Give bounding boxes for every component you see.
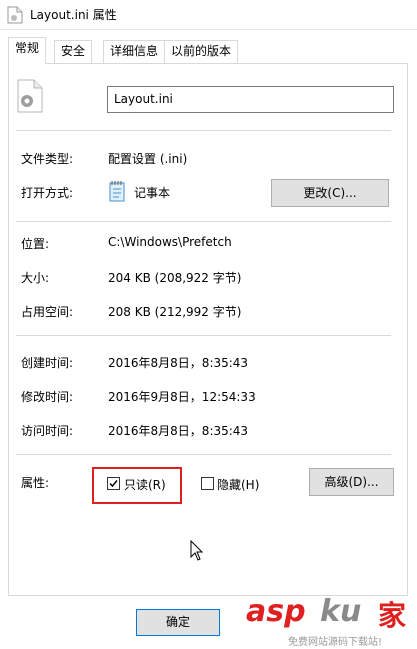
location-label: 位置: [21, 237, 50, 251]
tab-general[interactable]: 常规 [8, 37, 47, 64]
title-bar: Layout.ini 属性 [0, 0, 417, 30]
change-button[interactable]: 更改(C)... [271, 179, 389, 207]
created-value: 2016年8月8日，8:35:43 [108, 356, 249, 370]
separator [16, 130, 391, 131]
tab-details[interactable]: 详细信息 [103, 40, 166, 63]
watermark-logo: asp ku 家 免费网站源码下载站! [228, 592, 417, 649]
created-label: 创建时间: [21, 356, 74, 370]
ini-file-icon [17, 79, 43, 113]
watermark-text-2: ku [320, 594, 362, 629]
location-value: C:\Windows\Prefetch [108, 235, 232, 249]
file-name-input[interactable]: Layout.ini [107, 86, 394, 113]
modified-label: 修改时间: [21, 390, 74, 404]
separator [16, 335, 391, 336]
size-value: 204 KB (208,922 字节) [108, 271, 242, 285]
hidden-checkbox[interactable] [201, 477, 214, 490]
modified-value: 2016年9月8日，12:54:33 [108, 390, 256, 404]
watermark-text-3: 家 [378, 599, 407, 632]
ok-button[interactable]: 确定 [136, 609, 220, 636]
tab-previous-versions[interactable]: 以前的版本 [164, 40, 239, 63]
notepad-icon [109, 181, 125, 202]
window-title: Layout.ini 属性 [30, 8, 117, 22]
watermark-text: asp [246, 594, 306, 629]
attributes-label: 属性: [21, 476, 50, 490]
mouse-cursor-icon [190, 540, 204, 561]
highlight-box [92, 467, 182, 504]
general-panel [8, 63, 408, 596]
size-label: 大小: [21, 271, 50, 285]
watermark-subtext: 免费网站源码下载站! [288, 637, 383, 648]
file-type-label: 文件类型: [21, 152, 74, 166]
open-with-value: 记事本 [134, 186, 171, 200]
accessed-label: 访问时间: [21, 424, 74, 438]
separator [16, 221, 391, 222]
accessed-value: 2016年8月8日，8:35:43 [108, 424, 249, 438]
tab-security[interactable]: 安全 [54, 40, 93, 63]
file-properties-icon [7, 6, 23, 24]
advanced-button[interactable]: 高级(D)... [309, 468, 394, 496]
separator [16, 454, 391, 455]
file-type-value: 配置设置 (.ini) [108, 152, 188, 166]
disk-size-value: 208 KB (212,992 字节) [108, 305, 242, 319]
hidden-label[interactable]: 隐藏(H) [217, 476, 259, 493]
disk-size-label: 占用空间: [21, 305, 74, 319]
tab-strip: 常规 安全 详细信息 以前的版本 [0, 37, 417, 64]
open-with-label: 打开方式: [21, 186, 74, 200]
